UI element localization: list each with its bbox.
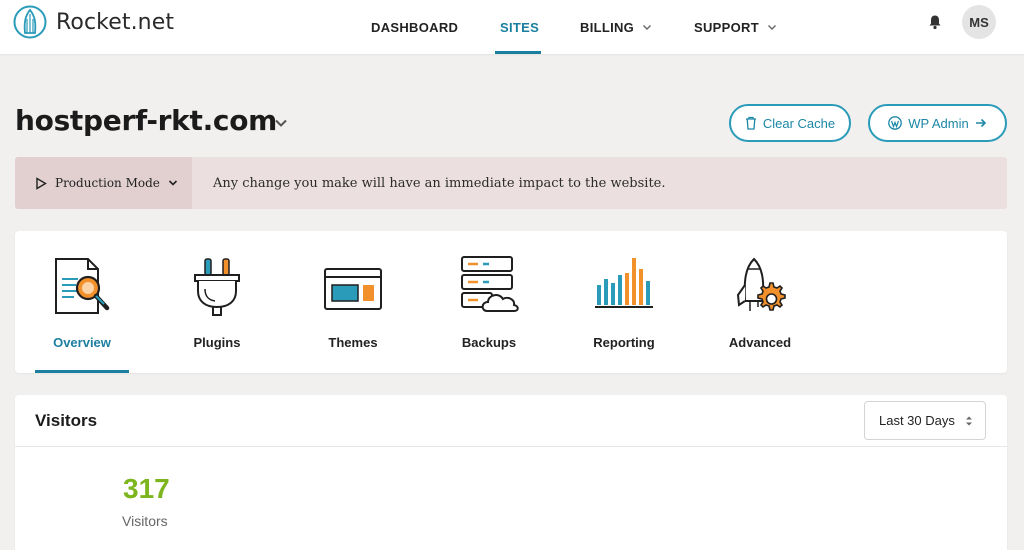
sort-arrows-icon [965, 416, 972, 425]
themes-icon [324, 268, 382, 310]
wp-admin-label: WP Admin [908, 115, 969, 131]
clear-cache-button[interactable]: Clear Cache [729, 104, 851, 142]
overview-icon [55, 258, 110, 314]
chevron-down-icon[interactable] [274, 118, 288, 128]
tab-backups-label: Backups [461, 335, 517, 350]
site-domain-title[interactable]: hostperf-rkt.com [15, 104, 277, 137]
wp-admin-button[interactable]: WP Admin [868, 104, 1007, 142]
visitors-count: 317 [123, 473, 170, 504]
environment-mode-banner: Production Mode Any change you make will… [15, 157, 1007, 209]
chevron-down-icon [643, 25, 652, 30]
tab-backups[interactable]: Backups [434, 231, 544, 373]
date-range-value: Last 30 Days [879, 413, 955, 428]
visitors-count-label: Visitors [122, 513, 168, 529]
trash-icon [745, 116, 756, 130]
brand-name: Rocket.net [56, 9, 175, 35]
chevron-down-icon [168, 180, 177, 186]
user-initials: MS [969, 14, 989, 30]
visitors-card-header: Visitors Last 30 Days [15, 395, 1007, 447]
nav-sites-label: SITES [500, 19, 540, 35]
rocket-logo-icon [13, 5, 47, 39]
date-range-select[interactable]: Last 30 Days [864, 401, 986, 440]
play-icon [36, 176, 47, 190]
plug-icon [194, 258, 240, 316]
site-tools-tabs: Overview Plugins Themes Backups Reportin… [15, 231, 1007, 373]
nav-billing[interactable]: BILLING [580, 0, 652, 54]
tab-active-indicator [35, 370, 129, 373]
nav-dashboard[interactable]: DASHBOARD [371, 0, 458, 54]
nav-dashboard-label: DASHBOARD [371, 19, 459, 35]
nav-sites[interactable]: SITES [500, 0, 539, 54]
chevron-down-icon [767, 25, 776, 30]
nav-support-label: SUPPORT [694, 19, 759, 35]
nav-active-indicator [495, 51, 541, 54]
arrow-right-icon [975, 118, 986, 128]
nav-support[interactable]: SUPPORT [694, 0, 777, 54]
tab-reporting[interactable]: Reporting [569, 231, 679, 373]
tab-plugins-label: Plugins [193, 335, 241, 350]
clear-cache-label: Clear Cache [762, 115, 836, 131]
mode-selector[interactable]: Production Mode [15, 157, 192, 209]
wordpress-icon [888, 116, 903, 130]
tab-plugins[interactable]: Plugins [162, 231, 272, 373]
user-avatar[interactable]: MS [962, 5, 996, 39]
tab-overview-label: Overview [53, 335, 111, 350]
tab-themes-label: Themes [328, 335, 378, 350]
reporting-icon [595, 258, 653, 308]
tab-themes[interactable]: Themes [298, 231, 408, 373]
tab-advanced-label: Advanced [728, 335, 792, 350]
brand-logo[interactable]: Rocket.net [13, 5, 174, 39]
mode-label: Production Mode [55, 176, 160, 190]
bell-icon[interactable] [928, 14, 942, 30]
tab-reporting-label: Reporting [593, 335, 655, 350]
tab-advanced[interactable]: Advanced [705, 231, 815, 373]
backups-icon [461, 256, 519, 312]
nav-billing-label: BILLING [580, 19, 635, 35]
advanced-icon [736, 257, 786, 311]
visitors-card: Visitors Last 30 Days 317 Visitors [15, 395, 1007, 550]
tab-overview[interactable]: Overview [27, 231, 137, 373]
visitors-title: Visitors [35, 411, 98, 430]
top-navigation: Rocket.net DASHBOARD SITES BILLING SUPPO… [0, 0, 1024, 54]
mode-message: Any change you make will have an immedia… [213, 175, 666, 191]
